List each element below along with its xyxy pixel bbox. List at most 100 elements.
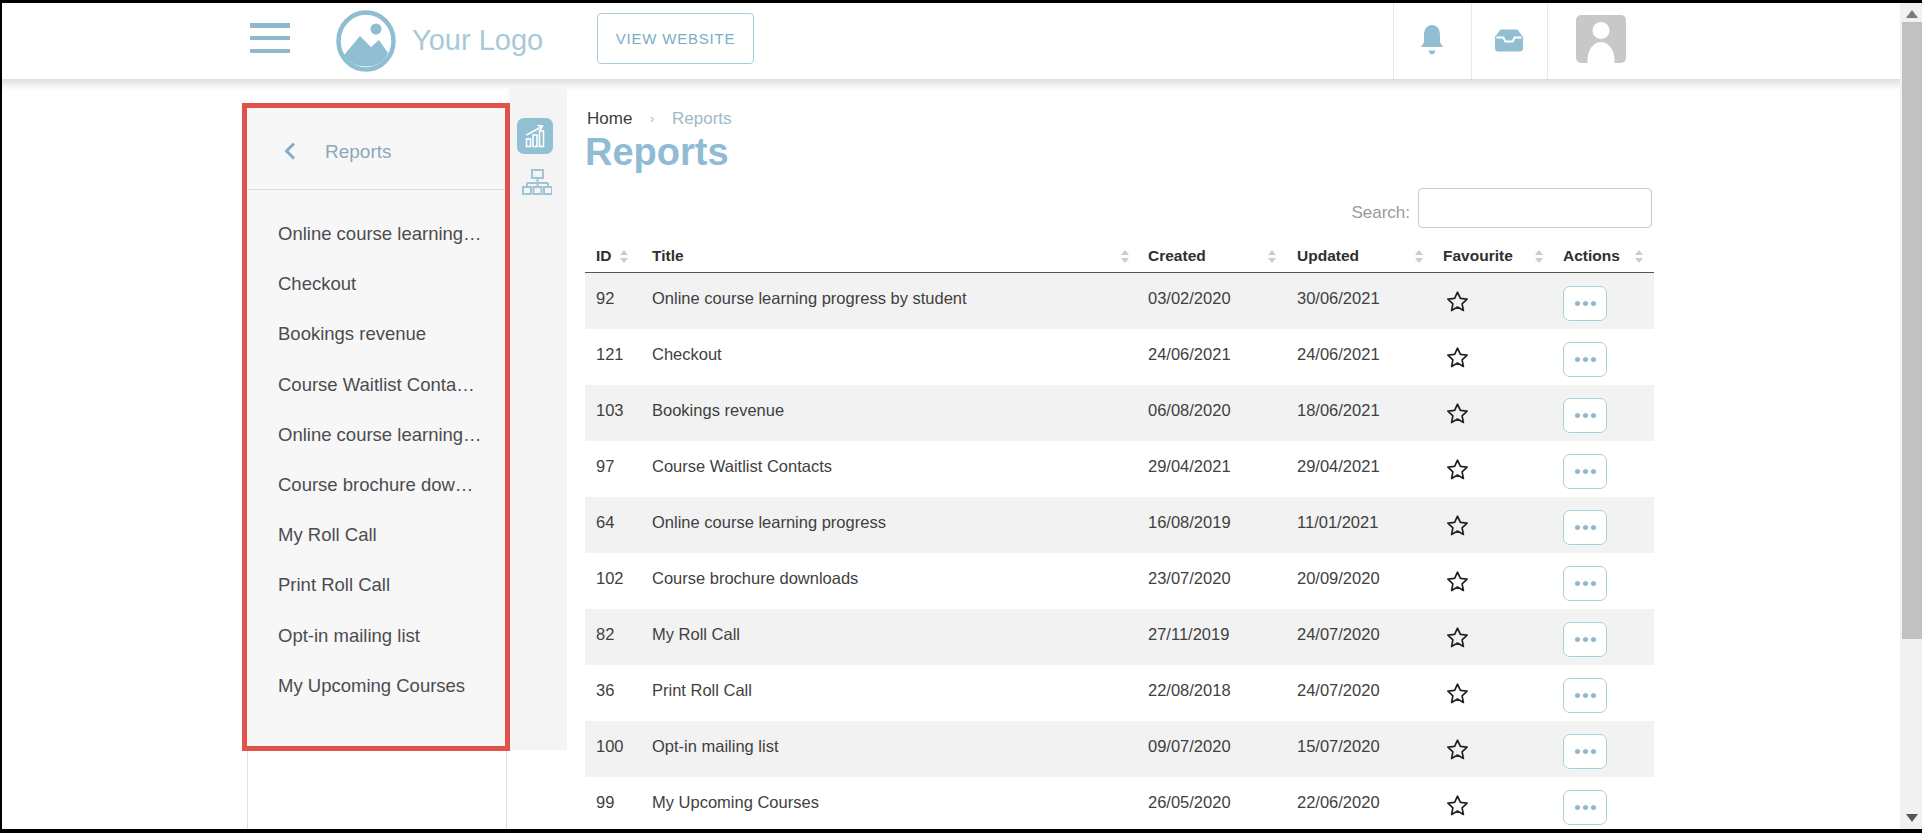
cell-updated: 29/04/2021 (1297, 457, 1380, 476)
view-website-button[interactable]: VIEW WEBSITE (597, 13, 754, 64)
sitemap-icon[interactable] (522, 169, 552, 196)
cell-id: 36 (596, 681, 614, 700)
sort-icon[interactable] (620, 250, 629, 263)
header-shadow (2, 79, 1900, 90)
cell-created: 06/08/2020 (1148, 401, 1231, 420)
column-header[interactable]: ID (596, 247, 612, 265)
cell-id: 92 (596, 289, 614, 308)
scroll-down-icon[interactable] (1906, 814, 1918, 822)
cell-title: My Upcoming Courses (652, 793, 819, 812)
star-icon[interactable] (1445, 458, 1470, 486)
breadcrumb-current: Reports (672, 109, 732, 129)
star-icon[interactable] (1445, 794, 1470, 822)
star-icon[interactable] (1445, 570, 1470, 598)
table-row: 36 Print Roll Call 22/08/2018 24/07/2020 (585, 665, 1654, 721)
cell-id: 121 (596, 345, 624, 364)
table-row: 97Course Waitlist Contacts29/04/202129/0… (585, 441, 1654, 497)
sort-icon[interactable] (1121, 250, 1130, 263)
column-header[interactable]: Updated (1297, 247, 1359, 265)
reports-chart-icon[interactable] (517, 118, 553, 154)
cell-updated: 18/06/2021 (1297, 401, 1380, 420)
star-icon[interactable] (1445, 682, 1470, 710)
row-actions-button[interactable] (1563, 398, 1607, 433)
cell-updated: 20/09/2020 (1297, 569, 1380, 588)
table-row: 92 Online course learning progress by stu… (585, 273, 1654, 329)
cell-id: 102 (596, 569, 624, 588)
cell-title: Checkout (652, 345, 722, 364)
star-icon[interactable] (1445, 346, 1470, 374)
cell-updated: 11/01/2021 (1297, 513, 1378, 532)
star-icon[interactable] (1445, 290, 1470, 318)
table-row: 64 Online course learning progress 16/08/2… (585, 497, 1654, 553)
row-actions-button[interactable] (1563, 678, 1607, 713)
cell-updated: 22/06/2020 (1297, 793, 1380, 812)
cell-id: 82 (596, 625, 614, 644)
cell-updated: 24/07/2020 (1297, 625, 1380, 644)
breadcrumb-home[interactable]: Home (587, 109, 632, 129)
cell-updated: 15/07/2020 (1297, 737, 1380, 756)
cell-title: Course brochure downloads (652, 569, 858, 588)
window-border-bottom (0, 829, 1922, 833)
cell-updated: 24/06/2021 (1297, 345, 1380, 364)
star-icon[interactable] (1445, 738, 1470, 766)
scrollbar-thumb[interactable] (1902, 22, 1922, 639)
cell-title: Online course learning progress (652, 513, 886, 532)
cell-created: 16/08/2019 (1148, 513, 1231, 532)
column-header[interactable]: Favourite (1443, 247, 1513, 265)
sort-icon[interactable] (1415, 250, 1424, 263)
row-actions-button[interactable] (1563, 734, 1607, 769)
menu-icon[interactable] (250, 23, 290, 53)
annotation-highlight-box (242, 103, 510, 751)
cell-created: 22/08/2018 (1148, 681, 1231, 700)
table-row: 121 Checkout 24/06/2021 24/06/2021 (585, 329, 1654, 385)
row-actions-button[interactable] (1563, 286, 1607, 321)
avatar-placeholder-icon[interactable] (1576, 15, 1626, 63)
row-actions-button[interactable] (1563, 790, 1607, 825)
cell-title: Online course learning progress by stude… (652, 289, 967, 308)
cell-created: 09/07/2020 (1148, 737, 1231, 756)
cell-created: 26/05/2020 (1148, 793, 1231, 812)
column-header[interactable]: Created (1148, 247, 1206, 265)
cell-created: 24/06/2021 (1148, 345, 1231, 364)
header-divider (1471, 3, 1472, 79)
logo-text: Your Logo (412, 24, 543, 57)
search-input[interactable] (1418, 188, 1652, 228)
search-label: Search: (1290, 203, 1410, 223)
cell-title: My Roll Call (652, 625, 740, 644)
breadcrumb-separator-icon: › (650, 111, 654, 126)
row-actions-button[interactable] (1563, 622, 1607, 657)
row-actions-button[interactable] (1563, 510, 1607, 545)
row-actions-button[interactable] (1563, 342, 1607, 377)
scroll-up-icon[interactable] (1906, 10, 1918, 18)
cell-title: Opt-in mailing list (652, 737, 779, 756)
header-divider (1393, 3, 1394, 79)
top-header-bar (2, 3, 1922, 79)
cell-id: 103 (596, 401, 624, 420)
window-border-left (0, 0, 2, 833)
table-row: 103Bookings revenue06/08/202018/06/2021 (585, 385, 1654, 441)
cell-id: 97 (596, 457, 614, 476)
header-divider (1547, 3, 1548, 79)
cell-created: 23/07/2020 (1148, 569, 1231, 588)
cell-id: 64 (596, 513, 614, 532)
cell-created: 29/04/2021 (1148, 457, 1231, 476)
bell-icon[interactable] (1417, 24, 1447, 56)
table-row: 82My Roll Call27/11/201924/07/2020 (585, 609, 1654, 665)
star-icon[interactable] (1445, 402, 1470, 430)
sort-icon[interactable] (1535, 250, 1544, 263)
cell-created: 03/02/2020 (1148, 289, 1231, 308)
row-actions-button[interactable] (1563, 566, 1607, 601)
logo-image-icon[interactable] (335, 10, 397, 72)
star-icon[interactable] (1445, 626, 1470, 654)
column-header[interactable]: Title (652, 247, 684, 265)
column-header[interactable]: Actions (1563, 247, 1620, 265)
row-actions-button[interactable] (1563, 454, 1607, 489)
sort-icon[interactable] (1268, 250, 1277, 263)
sort-icon[interactable] (1635, 250, 1644, 263)
table-row: 100Opt-in mailing list09/07/202015/07/20… (585, 721, 1654, 777)
cell-title: Print Roll Call (652, 681, 752, 700)
star-icon[interactable] (1445, 514, 1470, 542)
page-title: Reports (585, 131, 729, 174)
cell-updated: 24/07/2020 (1297, 681, 1380, 700)
inbox-icon[interactable] (1491, 28, 1527, 54)
